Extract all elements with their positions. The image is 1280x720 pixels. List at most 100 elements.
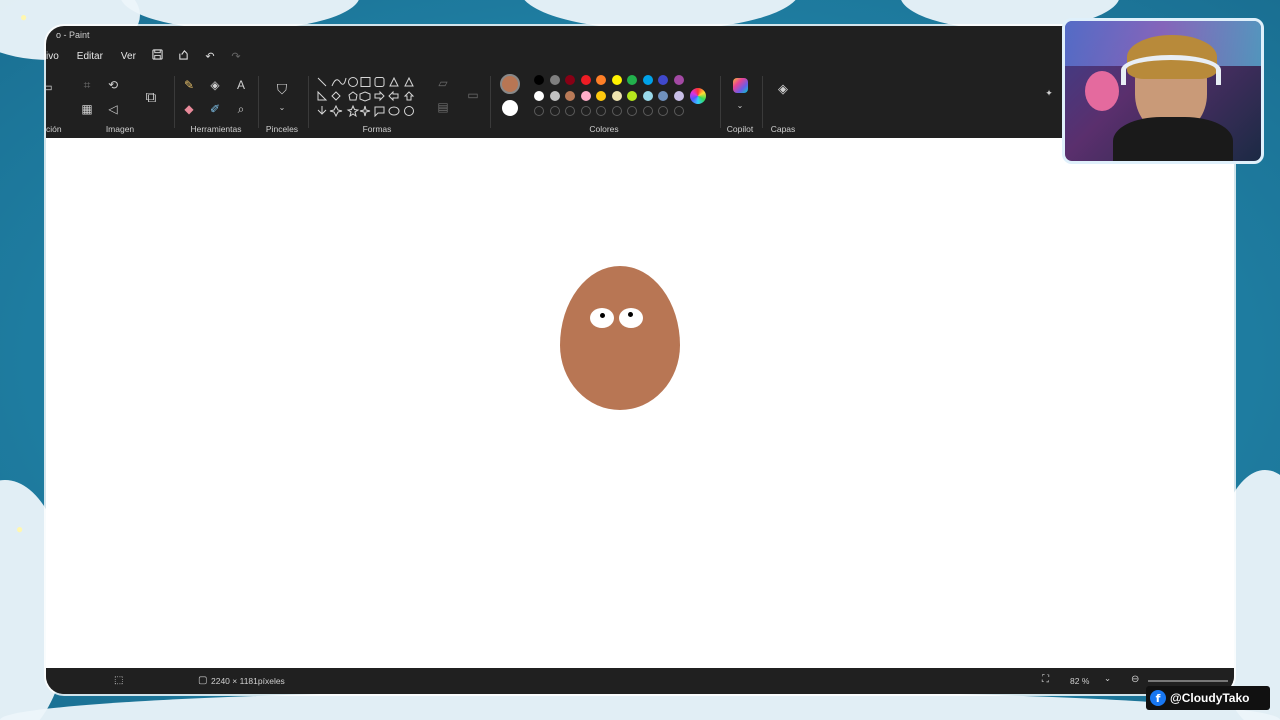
tools-group: ✎ ◈ A ◆ ✐ ⌕ Herramientas (178, 68, 254, 138)
ribbon: ▭ ción ⌗ ⟲ ▦ ◁ ⧉ Imagen ✎ ◈ A ◆ ✐ ⌕ Herr… (46, 68, 1234, 138)
right-pupil (628, 312, 633, 317)
zoom-level[interactable]: 82 % (1070, 676, 1089, 686)
chevron-down-icon[interactable]: ⌄ (273, 98, 291, 116)
secondary-color-swatch[interactable] (502, 100, 518, 116)
color-swatch[interactable] (658, 75, 668, 85)
custom-color-slot[interactable] (673, 106, 684, 116)
color-swatch[interactable] (549, 75, 560, 85)
selection-group-partial: ▭ ción (46, 68, 62, 138)
chevron-down-icon[interactable]: ⌄ (731, 96, 749, 114)
color-swatch[interactable] (580, 90, 591, 101)
menu-file[interactable]: ivo (46, 51, 68, 62)
text-icon[interactable]: A (232, 76, 250, 94)
outline-icon[interactable]: ▱ (434, 74, 452, 92)
selection-icon[interactable]: ▭ (46, 78, 56, 96)
image-group: ⌗ ⟲ ▦ ◁ ⧉ Imagen (76, 68, 164, 138)
custom-color-slot[interactable] (642, 106, 653, 116)
window-title: o - Paint (56, 30, 90, 40)
pencil-icon[interactable]: ✎ (180, 76, 198, 94)
color-swatch[interactable] (642, 75, 653, 85)
color-swatch[interactable] (534, 90, 544, 101)
custom-color-slot[interactable] (565, 106, 575, 116)
custom-color-slot[interactable] (580, 106, 591, 116)
color-picker-icon[interactable]: ✐ (206, 100, 224, 118)
zoom-slider[interactable] (1148, 680, 1228, 682)
sparkle-icon: ● (16, 522, 24, 536)
egg-character-drawing (560, 266, 680, 410)
shapes-group-label: Formas (362, 124, 392, 134)
color-swatch[interactable] (534, 75, 544, 85)
color-swatch[interactable] (627, 90, 637, 101)
ribbon-divider (308, 76, 309, 128)
color-swatch[interactable] (596, 90, 606, 101)
chevron-down-icon[interactable]: ⌄ (1104, 673, 1111, 684)
brushes-group-label: Pinceles (265, 124, 299, 134)
copilot-icon[interactable] (733, 78, 748, 93)
shape-fill-icon[interactable]: ▭ (464, 86, 482, 104)
selection-group-label: ción (46, 124, 62, 134)
current-color-swatch[interactable] (500, 74, 520, 94)
selection-size-icon: ⬚ (114, 675, 124, 686)
canvas-dimensions: 2240 × 1181píxeles (211, 676, 285, 686)
colors-group-label: Colores (589, 124, 619, 134)
color-swatch[interactable] (565, 90, 575, 101)
flip-icon[interactable]: ◁ (104, 100, 122, 118)
social-handle: @CloudyTako (1170, 691, 1250, 705)
edit-colors-icon[interactable] (690, 88, 706, 104)
menu-bar: ivo Editar Ver ↶ ↷ (46, 46, 1234, 66)
color-swatch[interactable] (627, 75, 637, 85)
color-swatch[interactable] (642, 90, 653, 101)
save-icon[interactable] (145, 49, 171, 63)
color-swatch[interactable] (596, 75, 606, 85)
color-swatch[interactable] (611, 75, 622, 85)
magnifier-icon[interactable]: ⌕ (232, 100, 250, 118)
facebook-icon: f (1150, 690, 1166, 706)
menu-edit[interactable]: Editar (68, 51, 112, 62)
resize-icon[interactable]: ▦ (78, 100, 96, 118)
menu-view[interactable]: Ver (112, 51, 145, 62)
paint-window: o - Paint ivo Editar Ver ↶ ↷ ▭ ción ⌗ ⟲ … (46, 26, 1234, 694)
color-swatch[interactable] (658, 90, 668, 101)
custom-color-slot[interactable] (627, 106, 637, 116)
zoom-out-icon[interactable]: ⊖ (1131, 674, 1139, 685)
brush-icon[interactable]: ⛉ (273, 80, 291, 98)
sparkle-icon: ✦ (1045, 87, 1053, 98)
layers-group-label: Capas (770, 124, 796, 134)
color-swatch[interactable] (580, 75, 591, 85)
color-swatch[interactable] (565, 75, 575, 85)
drawing-canvas[interactable] (46, 138, 1234, 668)
ribbon-divider (762, 76, 763, 128)
color-swatch[interactable] (673, 75, 684, 85)
color-swatch[interactable] (611, 90, 622, 101)
ribbon-divider (258, 76, 259, 128)
image-group-label: Imagen (105, 124, 135, 134)
color-swatch[interactable] (673, 90, 684, 101)
custom-color-slot[interactable] (534, 106, 544, 116)
status-bar: ⬚ ▢ 2240 × 1181píxeles ⛶ 82 % ⌄ ⊖ (46, 668, 1234, 694)
fill-style-icon[interactable]: ▤ (434, 98, 452, 116)
streamer-body (1113, 117, 1233, 161)
fill-icon[interactable]: ◈ (206, 76, 224, 94)
social-badge: f @CloudyTako (1146, 686, 1270, 710)
right-eye (619, 308, 643, 328)
custom-color-slot[interactable] (596, 106, 606, 116)
undo-icon[interactable]: ↶ (197, 50, 223, 63)
ribbon-divider (490, 76, 491, 128)
brushes-group: ⛉ ⌄ Pinceles (262, 68, 302, 138)
eraser-icon[interactable]: ◆ (180, 100, 198, 118)
custom-color-slot[interactable] (658, 106, 668, 116)
shapes-gallery[interactable] (314, 74, 424, 122)
image-select-icon[interactable]: ⧉ (142, 88, 160, 106)
crop-icon[interactable]: ⌗ (78, 76, 96, 94)
ribbon-divider (174, 76, 175, 128)
custom-color-slot[interactable] (549, 106, 560, 116)
share-icon[interactable] (171, 49, 197, 63)
ribbon-divider (720, 76, 721, 128)
layers-icon[interactable]: ◈ (774, 80, 792, 98)
headphones (1121, 55, 1221, 85)
redo-icon[interactable]: ↷ (223, 50, 249, 63)
custom-color-slot[interactable] (611, 106, 622, 116)
color-swatch[interactable] (549, 90, 560, 101)
rotate-icon[interactable]: ⟲ (104, 76, 122, 94)
fit-to-window-icon[interactable]: ⛶ (1042, 674, 1049, 685)
